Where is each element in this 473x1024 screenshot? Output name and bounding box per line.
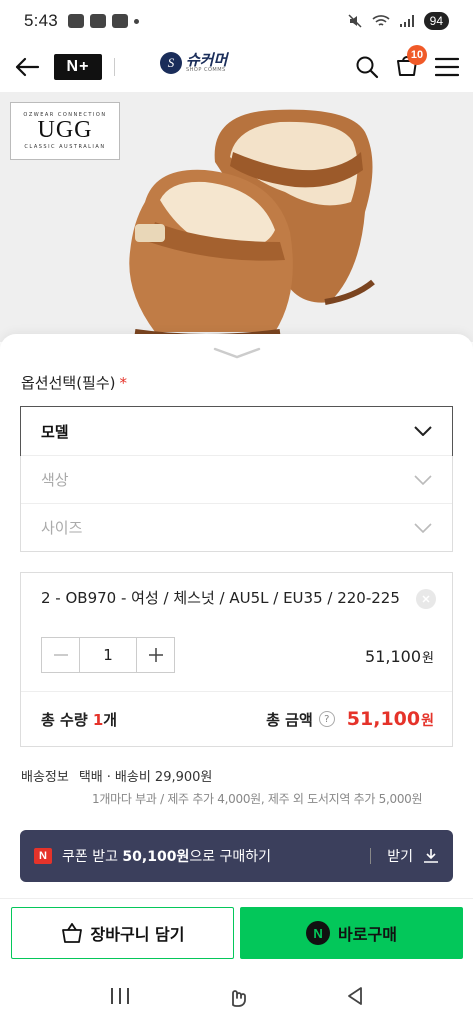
- store-logo-text: 슈커머: [186, 51, 228, 69]
- cart-count-badge: 10: [407, 45, 427, 65]
- option-bottom-sheet: 옵션선택(필수) * 모델 색상 사이즈 2 - OB970 - 여성 / 체스넛…: [0, 334, 473, 900]
- quantity-decrease-button[interactable]: [42, 638, 80, 672]
- shipping-label: 배송정보: [21, 770, 69, 785]
- select-model[interactable]: 모델: [20, 406, 453, 456]
- shipping-note: 1개마다 부과 / 제주 추가 4,000원, 제주 외 도서지역 추가 5,0…: [92, 792, 423, 806]
- bottom-action-bar: 장바구니 담기 N 바로구매: [0, 900, 473, 968]
- total-quantity-unit: 개: [103, 710, 118, 729]
- item-price-unit: 원: [422, 651, 434, 666]
- back-nav-icon[interactable]: [346, 986, 364, 1006]
- add-to-cart-button[interactable]: 장바구니 담기: [11, 907, 234, 959]
- nplus-icon: [111, 14, 128, 28]
- select-model-label: 모델: [41, 422, 69, 441]
- help-icon[interactable]: ?: [318, 711, 335, 727]
- brand-bottom-text: CLASSIC AUSTRALIAN: [24, 143, 106, 150]
- sheet-collapse-handle-icon[interactable]: [213, 346, 261, 360]
- screen-icon: [89, 14, 106, 28]
- total-quantity-value: 1: [92, 710, 104, 729]
- chevron-down-icon: [414, 474, 432, 485]
- quantity-value[interactable]: 1: [80, 638, 136, 672]
- battery-indicator: 94: [423, 12, 449, 30]
- close-icon: [422, 595, 430, 603]
- ugg-brand-logo: OZWEAR CONNECTION UGG CLASSIC AUSTRALIAN: [10, 102, 120, 160]
- status-time: 5:43: [24, 11, 58, 30]
- coupon-action[interactable]: 받기: [387, 846, 413, 866]
- selected-option-name: 2 - OB970 - 여성 / 체스넛 / AU5L / EU35 / 220…: [41, 589, 400, 607]
- chevron-down-icon: [414, 426, 432, 436]
- item-price: 51,100원: [365, 647, 434, 666]
- minus-icon: [53, 654, 68, 656]
- total-amount-label-wrap: 총 금액 ?: [266, 709, 335, 730]
- naver-pay-icon: N: [306, 921, 331, 945]
- plus-icon: [148, 648, 163, 662]
- header-divider: [114, 58, 115, 76]
- chevron-down-icon: [414, 522, 432, 533]
- talk-icon: [67, 14, 84, 28]
- recent-apps-icon[interactable]: [109, 986, 131, 1006]
- status-bar: 5:43 94: [0, 0, 473, 42]
- mute-icon: [348, 14, 362, 28]
- total-price-unit: 원: [421, 713, 434, 729]
- cart-button[interactable]: 10: [395, 45, 427, 81]
- product-image: OZWEAR CONNECTION UGG CLASSIC AUSTRALIAN: [0, 92, 473, 342]
- android-navigation-bar: [0, 968, 473, 1024]
- basket-icon: [61, 923, 82, 943]
- option-title-text: 옵션선택(필수): [21, 374, 116, 392]
- sheet-divider: [0, 898, 473, 899]
- total-quantity-label: 총 수량: [41, 710, 88, 729]
- select-size-label: 사이즈: [41, 519, 83, 537]
- back-arrow-icon[interactable]: [14, 56, 40, 78]
- buy-now-label: 바로구매: [338, 925, 397, 944]
- item-price-value: 51,100: [365, 647, 422, 666]
- app-header: N+ S 슈커머 SHOP COMMS 10: [0, 42, 473, 92]
- signal-icon: [399, 15, 414, 27]
- shipping-dot: ·: [106, 770, 111, 785]
- select-size[interactable]: 사이즈: [21, 503, 452, 551]
- select-color[interactable]: 색상: [21, 455, 452, 503]
- total-price: 51,100원: [347, 708, 434, 730]
- coupon-text-suffix: 으로 구매하기: [189, 849, 272, 865]
- store-logo[interactable]: S 슈커머 SHOP COMMS: [160, 52, 227, 74]
- coupon-text-prefix: 쿠폰 받고: [62, 849, 123, 865]
- store-logo-mark-icon: S: [160, 52, 182, 74]
- slipper-image: [129, 109, 375, 340]
- total-quantity: 총 수량 1개: [41, 709, 117, 730]
- shipping-fee: 배송비 29,900원: [114, 770, 213, 785]
- total-amount-label: 총 금액: [266, 710, 313, 729]
- brand-main-text: UGG: [37, 117, 93, 144]
- menu-icon[interactable]: [435, 57, 459, 77]
- option-section-title: 옵션선택(필수) *: [21, 372, 127, 393]
- selected-option-box: 2 - OB970 - 여성 / 체스넛 / AU5L / EU35 / 220…: [20, 572, 453, 747]
- remove-option-button[interactable]: [416, 589, 436, 609]
- wifi-icon: [372, 15, 390, 26]
- required-mark: *: [119, 374, 128, 392]
- coupon-divider: [370, 848, 372, 864]
- download-icon: [424, 849, 438, 863]
- store-logo-sub: SHOP COMMS: [186, 67, 226, 73]
- search-icon[interactable]: [355, 55, 379, 79]
- home-gesture-icon[interactable]: [228, 985, 248, 1007]
- quantity-increase-button[interactable]: [136, 638, 174, 672]
- coupon-banner[interactable]: N 쿠폰 받고 50,100원 으로 구매하기 받기: [20, 830, 453, 882]
- shipping-info: 배송정보 택배 · 배송비 29,900원: [21, 766, 212, 785]
- option-select-group: 모델 색상 사이즈: [20, 406, 453, 552]
- select-color-label: 색상: [41, 471, 69, 489]
- buy-now-button[interactable]: N 바로구매: [240, 907, 463, 959]
- notification-dot-icon: [133, 18, 139, 24]
- coupon-amount: 50,100원: [122, 849, 190, 865]
- naver-n-icon: N: [34, 848, 52, 864]
- nplus-logo[interactable]: N+: [54, 54, 102, 80]
- shipping-method: 택배: [78, 770, 103, 785]
- add-to-cart-label: 장바구니 담기: [90, 925, 185, 944]
- total-price-value: 51,100: [346, 708, 421, 730]
- total-row: 총 수량 1개 총 금액 ? 51,100원: [21, 691, 452, 746]
- quantity-stepper: 1: [41, 637, 175, 673]
